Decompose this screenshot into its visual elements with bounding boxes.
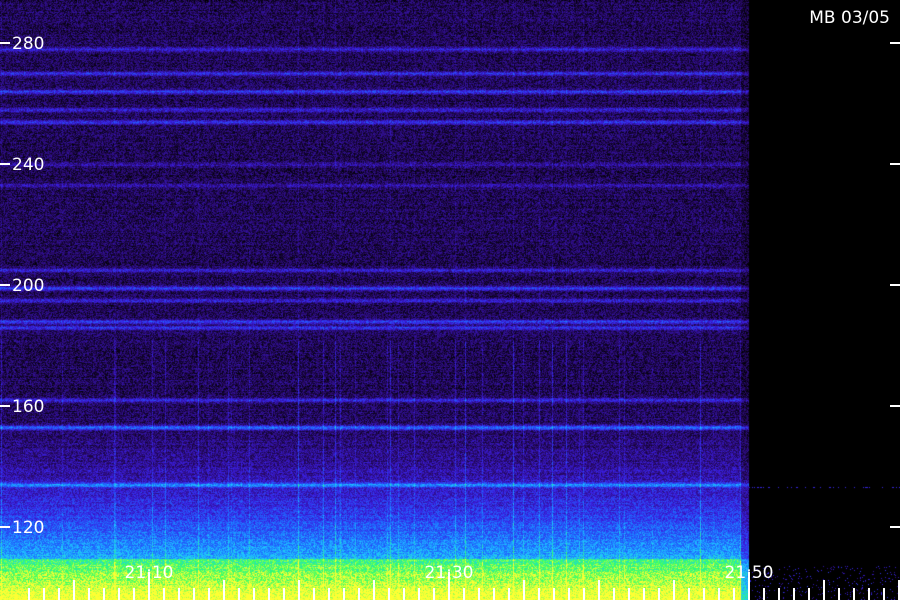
x-axis: 21:10 21:30 21:50 xyxy=(28,563,900,600)
y-tick-label: 200 xyxy=(12,276,44,296)
y-axis-left: 120 160 200 240 280 xyxy=(0,34,44,538)
chart-title: MB 03/05 xyxy=(809,8,890,28)
y-axis-right xyxy=(890,42,900,528)
chart-overlay: MB 03/05 120 160 200 240 280 21:10 21:30 21:50 xyxy=(0,8,900,600)
x-tick-label: 21:30 xyxy=(425,563,474,583)
y-tick-label: 160 xyxy=(12,397,44,417)
y-tick-label: 120 xyxy=(12,518,44,538)
y-tick-label: 280 xyxy=(12,34,44,54)
y-tick-label: 240 xyxy=(12,155,44,175)
x-tick-label: 21:50 xyxy=(725,563,774,583)
x-tick-label: 21:10 xyxy=(125,563,174,583)
